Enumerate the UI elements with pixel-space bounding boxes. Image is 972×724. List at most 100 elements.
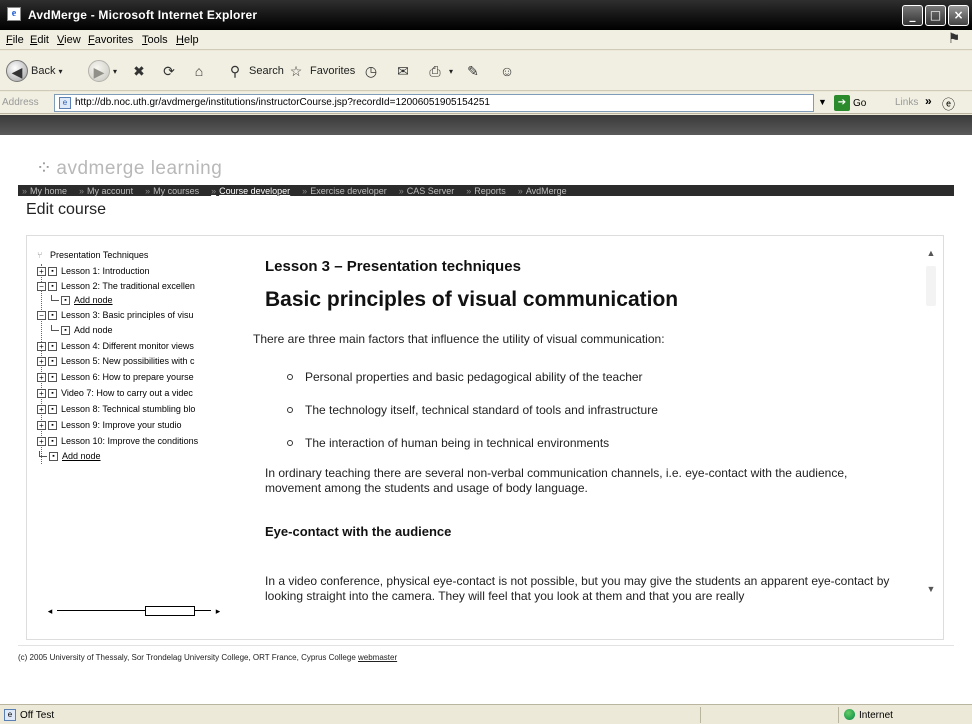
expand-icon[interactable]: + <box>37 356 46 366</box>
scroll-left-icon[interactable]: ◂ <box>45 605 55 617</box>
expand-icon[interactable]: + <box>37 436 46 446</box>
page-node-icon: ▪ <box>49 451 58 461</box>
scroll-down-icon[interactable]: ▼ <box>925 584 937 596</box>
tree-add-node[interactable]: ▪ Add node <box>39 451 101 461</box>
mail-button[interactable]: ✉ <box>392 59 414 83</box>
list-item: The interaction of human being in techni… <box>287 426 658 459</box>
lesson-subheading: Eye-contact with the audience <box>265 524 452 539</box>
tree-item[interactable]: + ▪ Lesson 9: Improve your studio <box>37 420 182 430</box>
address-bar: Address e http://db.noc.uth.gr/avdmerge/… <box>0 92 972 114</box>
menu-tools[interactable]: Tools <box>142 34 168 46</box>
tree-item[interactable]: − ▪ Lesson 2: The traditional excellen <box>37 281 195 291</box>
menu-help[interactable]: Help <box>176 34 199 46</box>
menu-edit[interactable]: Edit <box>30 34 49 46</box>
expand-icon[interactable]: + <box>37 404 46 414</box>
tree-item[interactable]: + ▪ Lesson 4: Different monitor views <box>37 341 194 351</box>
messenger-icon: ☺ <box>499 63 515 79</box>
history-button[interactable]: ◷ <box>360 59 382 83</box>
page-node-icon: ▪ <box>48 356 57 366</box>
stop-button[interactable]: ✖ <box>128 59 150 83</box>
print-button[interactable]: ⎙ ▾ <box>424 59 453 83</box>
tree-item[interactable]: + ▪ Lesson 8: Technical stumbling blo <box>37 404 195 414</box>
back-button[interactable]: ◀ Back ▾ <box>6 59 62 83</box>
tree-item[interactable]: − ▪ Lesson 3: Basic principles of visu <box>37 310 194 320</box>
print-icon: ⎙ <box>429 63 441 79</box>
links-label[interactable]: Links <box>895 97 918 108</box>
expand-icon[interactable]: + <box>37 388 46 398</box>
tree-item[interactable]: + ▪ Lesson 6: How to prepare yourse <box>37 372 194 382</box>
address-label: Address <box>2 97 39 108</box>
tree-root[interactable]: ⑂ Presentation Techniques <box>37 250 148 260</box>
nav-exercise-developer[interactable]: Exercise developer <box>302 186 387 196</box>
internet-zone-icon <box>844 709 855 720</box>
nav-cas-server[interactable]: CAS Server <box>399 186 455 196</box>
site-logo: ⁘ avdmerge learning <box>36 158 223 179</box>
expand-icon[interactable]: + <box>37 266 46 276</box>
page-icon: e <box>59 97 71 109</box>
nav-course-developer[interactable]: Course developer <box>211 186 290 196</box>
expand-icon[interactable]: + <box>37 372 46 382</box>
messenger-button[interactable]: ☺ <box>496 59 518 83</box>
menu-file[interactable]: File <box>6 34 24 46</box>
page-title: Edit course <box>26 201 107 218</box>
go-button[interactable]: ➔ Go <box>834 95 866 111</box>
tree-elbow <box>51 325 59 331</box>
toolbar-options-icon[interactable]: ⓔ <box>942 94 955 113</box>
page-node-icon: ▪ <box>61 325 70 335</box>
tree-item[interactable]: + ▪ Lesson 1: Introduction <box>37 266 150 276</box>
refresh-button[interactable]: ⟳ <box>158 59 180 83</box>
page-node-icon: ▪ <box>48 388 57 398</box>
toolbar-overflow-icon[interactable]: » <box>925 94 932 108</box>
forward-button[interactable]: ▶ ▾ <box>88 59 117 83</box>
tree-add-node[interactable]: ▪ Add node <box>51 295 113 305</box>
list-item: Personal properties and basic pedagogica… <box>287 360 658 393</box>
maximize-button[interactable]: □ <box>925 5 946 26</box>
page-viewport: ⁘avdmerge learning My home My account My… <box>0 115 972 704</box>
page-node-icon: ▪ <box>48 266 57 276</box>
nav-my-account[interactable]: My account <box>79 186 133 196</box>
tree-item[interactable]: + ▪ Video 7: How to carry out a videc <box>37 388 193 398</box>
content-vertical-scrollbar[interactable]: ▲ ▼ <box>923 244 939 634</box>
tree-item[interactable]: + ▪ Lesson 10: Improve the conditions <box>37 436 198 446</box>
address-dropdown-icon[interactable]: ▼ <box>818 97 827 107</box>
bullet-icon <box>287 373 293 380</box>
menu-view[interactable]: View <box>57 34 81 46</box>
title-bar: e AvdMerge - Microsoft Internet Explorer… <box>0 0 972 30</box>
scroll-right-icon[interactable]: ▸ <box>213 605 220 617</box>
go-arrow-icon: ➔ <box>834 95 850 111</box>
stop-icon: ✖ <box>133 63 145 79</box>
nav-my-courses[interactable]: My courses <box>145 186 199 196</box>
scroll-thumb[interactable] <box>145 606 195 616</box>
scroll-thumb[interactable] <box>926 266 936 306</box>
expand-icon[interactable]: + <box>37 420 46 430</box>
address-url[interactable]: http://db.noc.uth.gr/avdmerge/institutio… <box>75 97 490 108</box>
nav-reports[interactable]: Reports <box>466 186 506 196</box>
menu-favorites[interactable]: Favorites <box>88 34 133 46</box>
tree-add-node[interactable]: ▪ Add node <box>51 325 113 335</box>
tree-horizontal-scrollbar[interactable]: ◂ ▸ <box>45 605 220 617</box>
search-icon: ⚲ <box>229 63 241 79</box>
collapse-icon[interactable]: − <box>37 281 46 291</box>
close-button[interactable]: × <box>948 5 969 26</box>
home-button[interactable]: ⌂ <box>188 59 210 83</box>
browser-window: e AvdMerge - Microsoft Internet Explorer… <box>0 0 972 724</box>
lesson-label: Lesson 3 – Presentation techniques <box>265 258 521 275</box>
nav-my-home[interactable]: My home <box>22 186 67 196</box>
collapse-icon[interactable]: − <box>37 310 46 320</box>
edit-button[interactable]: ✎ <box>462 59 484 83</box>
nav-avdmerge[interactable]: AvdMerge <box>518 186 567 196</box>
favorites-button[interactable]: ☆ Favorites <box>285 59 356 83</box>
tree-root-icon: ⑂ <box>37 250 43 260</box>
status-text: Off Test <box>20 710 55 721</box>
history-icon: ◷ <box>364 63 378 79</box>
expand-icon[interactable]: + <box>37 341 46 351</box>
address-input[interactable]: e http://db.noc.uth.gr/avdmerge/institut… <box>54 94 814 112</box>
minimize-button[interactable]: _ <box>902 5 923 26</box>
tree-item[interactable]: + ▪ Lesson 5: New possibilities with c <box>37 356 195 366</box>
search-button[interactable]: ⚲ Search <box>224 59 284 83</box>
page-node-icon: ▪ <box>48 341 57 351</box>
page-node-icon: ▪ <box>48 436 57 446</box>
webmaster-link[interactable]: webmaster <box>358 653 397 662</box>
scroll-up-icon[interactable]: ▲ <box>925 248 937 260</box>
dropdown-arrow-icon: ▾ <box>58 66 63 76</box>
